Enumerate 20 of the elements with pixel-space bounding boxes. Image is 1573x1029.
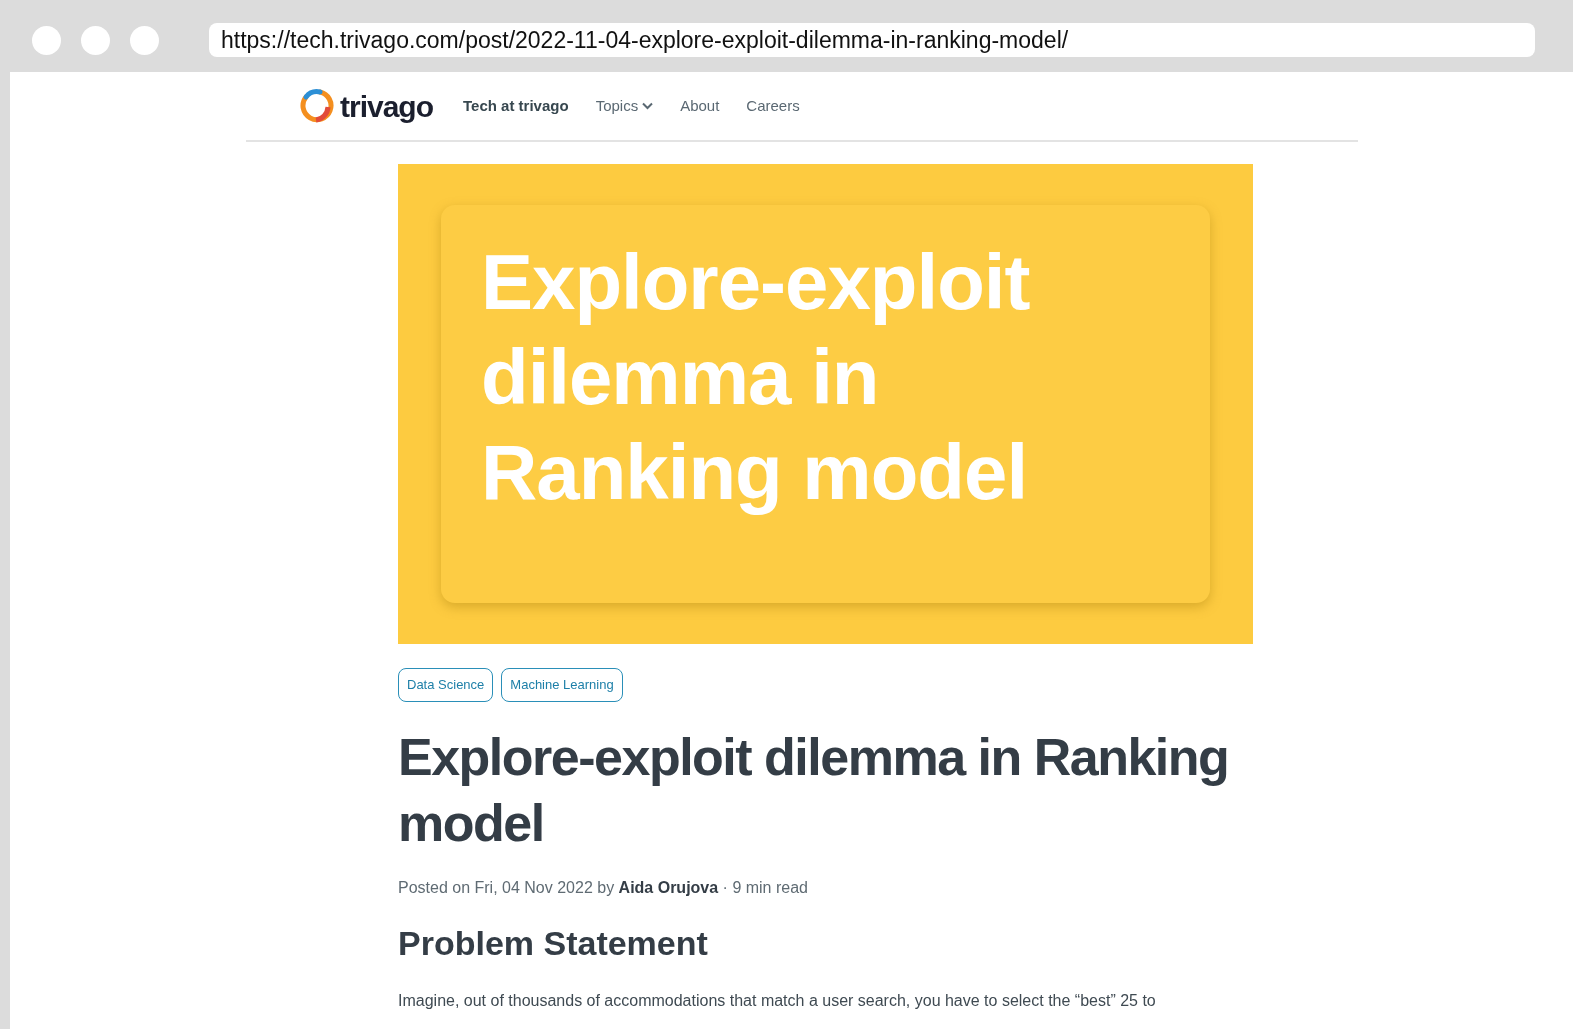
section-heading: Problem Statement: [398, 922, 709, 964]
post-meta: Posted on Fri, 04 Nov 2022 by Aida Orujova · 9 min read: [398, 877, 809, 898]
nav-link[interactable]: Careers: [746, 94, 800, 118]
logo-icon: [298, 87, 334, 125]
tag-link[interactable]: Data Science: [398, 668, 494, 702]
topics-dropdown[interactable]: Topics: [595, 94, 654, 118]
window-button[interactable]: [81, 25, 110, 55]
post-title: Explore-exploit dilemma in Ranking model: [398, 726, 1230, 854]
paragraph: Imagine, out of thousands of accommodations that match a user search, you have to select the “best” 25 to: [398, 990, 1157, 1011]
banner-text: Explore-exploit: [481, 237, 1031, 328]
banner-text: dilemma in: [481, 332, 880, 423]
chevron-icon: [642, 102, 654, 110]
tag-link[interactable]: Machine Learning: [501, 668, 623, 702]
logo-text[interactable]: trivago: [340, 83, 434, 129]
banner-text: Ranking model: [481, 427, 1029, 518]
nav-link[interactable]: About: [680, 94, 720, 118]
window-button[interactable]: [130, 25, 159, 55]
brand-link[interactable]: Tech at trivago: [463, 94, 569, 118]
address-bar[interactable]: https://tech.trivago.com/post/2022-11-04-explore-exploit-dilemma-in-ranking-model/: [209, 23, 1535, 57]
window-button[interactable]: [32, 25, 61, 55]
